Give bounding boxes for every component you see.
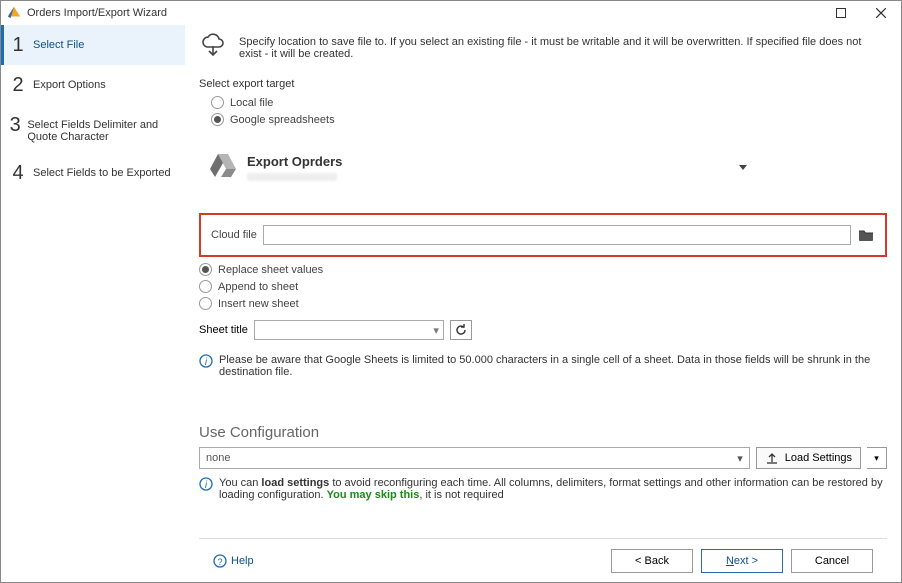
step-1[interactable]: 1 Select File: [1, 25, 185, 65]
info-icon: i: [199, 354, 213, 371]
refresh-button[interactable]: [450, 320, 472, 340]
load-settings-button[interactable]: Load Settings: [756, 447, 861, 469]
main-panel: Specify location to save file to. If you…: [185, 25, 901, 582]
radio-local-file[interactable]: Local file: [211, 96, 887, 109]
use-configuration-heading: Use Configuration: [199, 424, 887, 441]
help-icon: ?: [213, 554, 227, 568]
info-icon: i: [199, 477, 213, 494]
radio-replace-sheet[interactable]: Replace sheet values: [199, 263, 887, 276]
app-icon: [7, 6, 21, 20]
radio-icon: [211, 113, 224, 126]
radio-append-sheet[interactable]: Append to sheet: [199, 280, 887, 293]
svg-text:?: ?: [217, 557, 222, 567]
help-link[interactable]: ? Help: [213, 554, 254, 568]
cancel-button[interactable]: Cancel: [791, 549, 873, 573]
maximize-button[interactable]: [821, 1, 861, 25]
cloud-file-input[interactable]: [263, 225, 851, 245]
hint-text: Specify location to save file to. If you…: [239, 36, 887, 60]
close-button[interactable]: [861, 1, 901, 25]
radio-icon: [199, 263, 212, 276]
wizard-footer: ? Help < Back Next > Cancel: [199, 538, 887, 582]
next-button[interactable]: Next >: [701, 549, 783, 573]
radio-google-spreadsheets[interactable]: Google spreadsheets: [211, 113, 887, 126]
google-drive-icon: [209, 152, 237, 183]
titlebar: Orders Import/Export Wizard: [1, 1, 901, 25]
radio-icon: [199, 280, 212, 293]
load-settings-dropdown[interactable]: ▾: [867, 447, 887, 469]
radio-icon: [211, 96, 224, 109]
cloud-save-icon: [199, 33, 227, 62]
wizard-steps-sidebar: 1 Select File 2 Export Options 3 Select …: [1, 25, 185, 582]
window-controls: [821, 1, 901, 25]
drive-account-email: [247, 173, 337, 181]
step-4[interactable]: 4 Select Fields to be Exported: [1, 153, 185, 193]
sheet-title-label: Sheet title: [199, 324, 248, 336]
sheet-title-select[interactable]: ▾: [254, 320, 444, 340]
wizard-window: Orders Import/Export Wizard 1 Select Fil…: [0, 0, 902, 583]
upload-icon: [765, 451, 779, 465]
radio-insert-sheet[interactable]: Insert new sheet: [199, 297, 887, 310]
step-2[interactable]: 2 Export Options: [1, 65, 185, 105]
configuration-select[interactable]: none▾: [199, 447, 750, 469]
account-dropdown-icon[interactable]: [739, 165, 747, 170]
window-title: Orders Import/Export Wizard: [27, 7, 167, 19]
step-3[interactable]: 3 Select Fields Delimiter and Quote Char…: [1, 105, 185, 153]
radio-icon: [199, 297, 212, 310]
cloud-file-group: Cloud file: [199, 213, 887, 257]
export-target-label: Select export target: [199, 78, 887, 90]
load-settings-info: You can load settings to avoid reconfigu…: [219, 477, 887, 501]
back-button[interactable]: < Back: [611, 549, 693, 573]
drive-account-title: Export Oprders: [247, 154, 342, 169]
browse-folder-icon[interactable]: [857, 226, 875, 244]
sheet-limit-warning: Please be aware that Google Sheets is li…: [219, 354, 887, 378]
cloud-file-label: Cloud file: [211, 229, 257, 241]
